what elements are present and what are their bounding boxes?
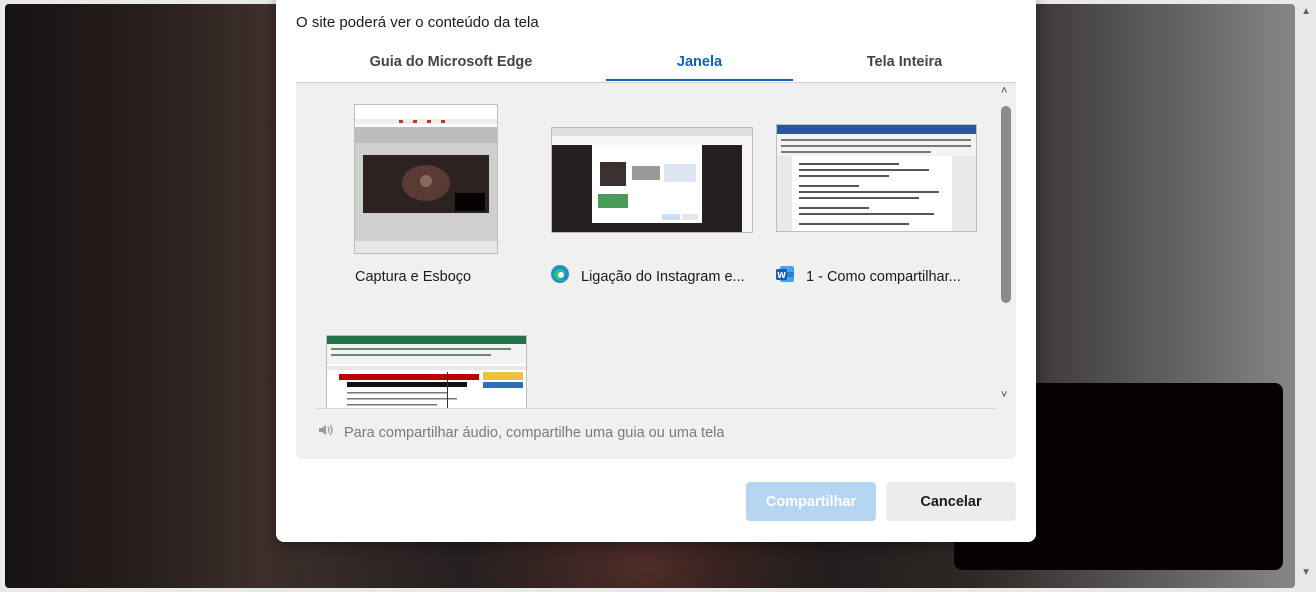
window-thumbnail <box>776 124 977 232</box>
window-thumbnail <box>551 127 753 233</box>
tab-window[interactable]: Janela <box>606 54 793 70</box>
audio-share-note: Para compartilhar áudio, compartilhe uma… <box>318 423 724 441</box>
window-title: 1 - Como compartilhar... <box>806 269 961 285</box>
window-grid: Captura e Esboço Ligação do Instagram e.… <box>296 83 996 408</box>
screen-share-dialog: O site poderá ver o conteúdo da tela Gui… <box>276 0 1036 542</box>
thumbnail-preview <box>777 125 976 231</box>
scroll-down-arrow-icon[interactable]: ▼ <box>1301 567 1311 578</box>
scroll-up-arrow-icon[interactable]: ▲ <box>1301 6 1311 17</box>
chevron-up-icon[interactable]: ˄ <box>1001 85 1007 97</box>
edge-icon <box>551 265 569 283</box>
tab-edge-tab[interactable]: Guia do Microsoft Edge <box>296 54 606 70</box>
share-source-tabs: Guia do Microsoft Edge Janela Tela Intei… <box>296 42 1016 83</box>
thumbnail-preview <box>327 336 526 408</box>
scrollbar-thumb[interactable] <box>1001 106 1011 303</box>
window-title: Captura e Esboço <box>355 269 472 285</box>
thumbnail-preview <box>552 128 752 232</box>
chevron-down-icon[interactable]: ˅ <box>1001 389 1007 401</box>
audio-note-text: Para compartilhar áudio, compartilhe uma… <box>344 425 725 441</box>
window-title: Ligação do Instagram e... <box>581 269 745 285</box>
panel-divider <box>316 408 996 409</box>
page-scrollbar[interactable]: ▲ ▼ <box>1295 0 1316 592</box>
window-thumbnail <box>354 104 498 254</box>
cancel-button[interactable]: Cancelar <box>886 482 1016 521</box>
share-button[interactable]: Compartilhar <box>746 482 876 521</box>
selected-tab-indicator <box>606 79 793 81</box>
window-list-scrollbar[interactable]: ˄ ˅ <box>998 83 1014 408</box>
tab-entire-screen[interactable]: Tela Inteira <box>793 54 1016 70</box>
dialog-subtitle: O site poderá ver o conteúdo da tela <box>296 14 539 31</box>
window-list-panel: Captura e Esboço Ligação do Instagram e.… <box>296 83 1016 459</box>
word-icon: W <box>776 266 794 282</box>
thumbnail-preview <box>355 105 497 253</box>
window-thumbnail <box>326 335 527 408</box>
svg-text:W: W <box>777 271 786 280</box>
speaker-icon <box>318 423 336 441</box>
